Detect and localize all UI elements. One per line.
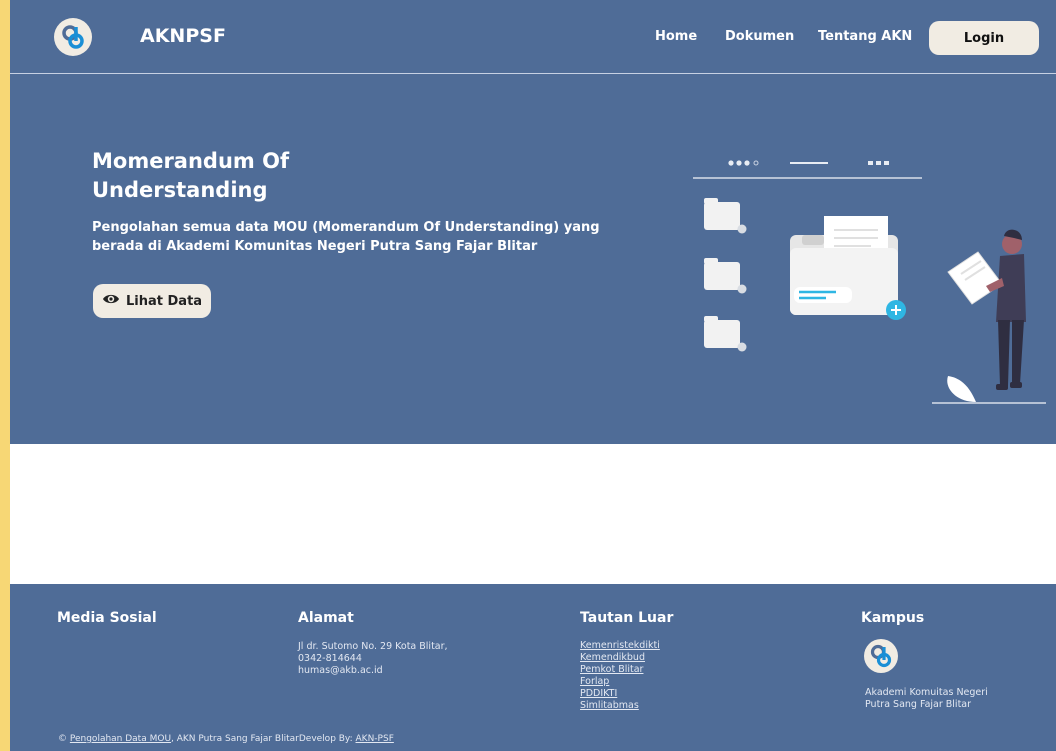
- kampus-name-line2: Putra Sang Fajar Blitar: [865, 699, 972, 710]
- lihat-data-button[interactable]: Lihat Data: [93, 284, 212, 318]
- footer-tautan-luar-heading: Tautan Luar: [580, 610, 674, 626]
- kampus-name-line1: Akademi Komuitas Negeri: [865, 687, 988, 698]
- link-simlitabmas[interactable]: Simlitabmas: [580, 700, 660, 712]
- brand-logo-icon[interactable]: [54, 18, 92, 56]
- link-kemenristekdikti[interactable]: Kemenristekdikti: [580, 640, 660, 652]
- hero-title: Momerandum Of Understanding: [92, 147, 392, 205]
- nav-home[interactable]: Home: [655, 29, 697, 44]
- footer-alamat-heading: Alamat: [298, 610, 354, 626]
- nav-dokumen[interactable]: Dokumen: [725, 29, 794, 44]
- copyright-link-pengolahan[interactable]: Pengolahan Data MOU: [70, 734, 171, 744]
- alamat-street: Jl dr. Sutomo No. 29 Kota Blitar,: [298, 641, 448, 652]
- copyright-symbol: ©: [58, 734, 67, 744]
- footer-links-list: Kemenristekdikti Kemendikbud Pemkot Blit…: [580, 640, 660, 712]
- hero-subtitle: Pengolahan semua data MOU (Momerandum Of…: [92, 220, 600, 254]
- content-area: [10, 444, 1056, 584]
- link-kemendikbud[interactable]: Kemendikbud: [580, 652, 660, 664]
- copyright-text: © Pengolahan Data MOU, AKN Putra Sang Fa…: [58, 734, 394, 744]
- documents-illustration: [693, 160, 1046, 404]
- page: AKNPSF Home Dokumen Tentang AKN Login Mo…: [10, 0, 1056, 751]
- link-pemkot-blitar[interactable]: Pemkot Blitar: [580, 664, 660, 676]
- footer-kampus-heading: Kampus: [861, 610, 925, 626]
- link-pddikti[interactable]: PDDIKTI: [580, 688, 660, 700]
- eye-icon: [102, 292, 120, 310]
- lihat-data-label: Lihat Data: [126, 293, 203, 309]
- footer-media-sosial-heading: Media Sosial: [57, 610, 157, 626]
- navbar: AKNPSF Home Dokumen Tentang AKN Login: [10, 0, 1056, 74]
- login-button[interactable]: Login: [929, 21, 1039, 55]
- alamat-email: humas@akb.ac.id: [298, 665, 383, 676]
- link-forlap[interactable]: Forlap: [580, 676, 660, 688]
- hero-title-line2: Understanding: [92, 178, 268, 202]
- copyright-link-akn-psf[interactable]: AKN-PSF: [356, 734, 394, 744]
- kampus-logo-icon: [864, 639, 898, 673]
- copyright-middle: , AKN Putra Sang Fajar BlitarDevelop By:: [171, 734, 356, 744]
- kampus-name: Akademi Komuitas Negeri Putra Sang Fajar…: [865, 687, 988, 711]
- brand-name[interactable]: AKNPSF: [140, 25, 226, 47]
- footer-alamat-text: Jl dr. Sutomo No. 29 Kota Blitar, 0342-8…: [298, 641, 448, 677]
- alamat-phone: 0342-814644: [298, 653, 362, 664]
- hero-title-line1: Momerandum Of: [92, 149, 290, 173]
- nav-tentang-akn[interactable]: Tentang AKN: [818, 29, 912, 44]
